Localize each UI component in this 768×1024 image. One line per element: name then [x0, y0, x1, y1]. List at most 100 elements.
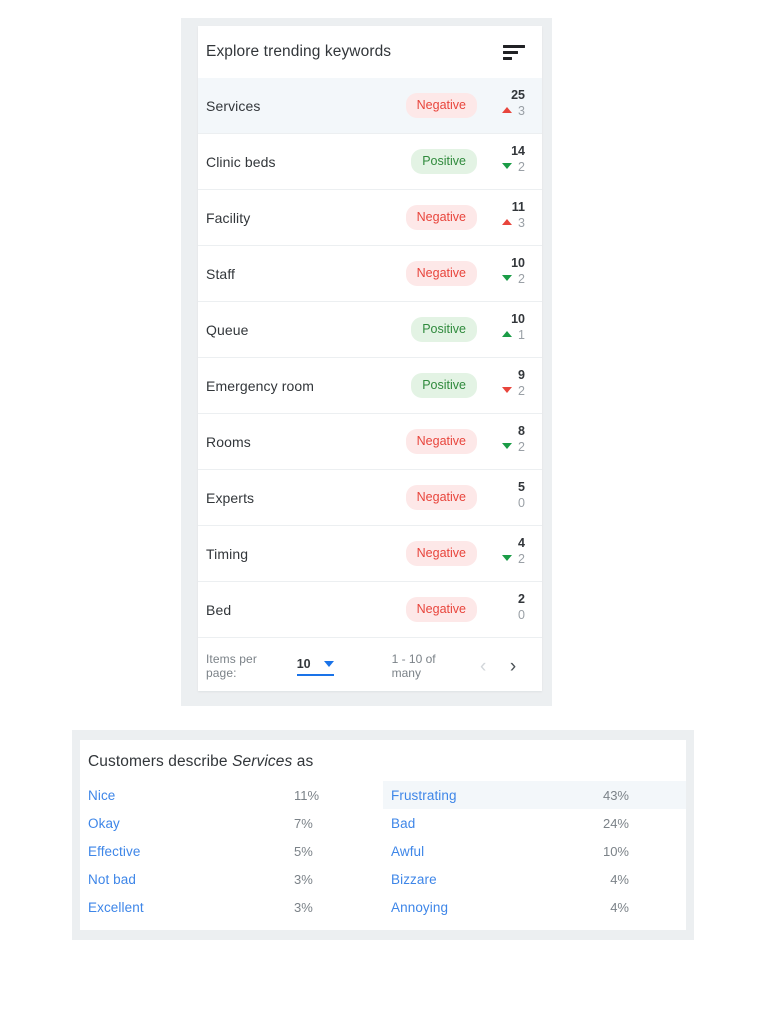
- descriptor-label[interactable]: Frustrating: [391, 788, 469, 803]
- descriptor-percent: 11%: [278, 788, 332, 803]
- mention-count: 5: [518, 480, 525, 494]
- items-per-page-label: Items per page:: [206, 652, 291, 680]
- trend-delta: 0: [518, 496, 525, 510]
- table-row[interactable]: FacilityNegative113: [198, 190, 542, 246]
- list-item[interactable]: Frustrating 43%: [383, 781, 686, 809]
- keyword-name: Bed: [206, 602, 406, 618]
- descriptor-percent: 43%: [581, 788, 635, 803]
- mention-count: 25: [511, 88, 525, 102]
- descriptor-percent: 4%: [581, 872, 635, 887]
- list-item[interactable]: Okay 7%: [80, 809, 383, 837]
- trend-delta: 2: [518, 160, 525, 174]
- keyword-name: Queue: [206, 322, 411, 338]
- descriptor-label[interactable]: Effective: [88, 844, 166, 859]
- trend-delta: 3: [518, 104, 525, 118]
- table-row[interactable]: RoomsNegative 82: [198, 414, 542, 470]
- status-badge: Negative: [406, 93, 477, 119]
- trend-delta: 2: [518, 384, 525, 398]
- sort-descending-icon[interactable]: [503, 41, 525, 64]
- positive-descriptors-column: Nice11%Okay7%Effective5%Not bad3%Excelle…: [80, 781, 383, 921]
- trend-cell: 50: [491, 478, 525, 518]
- keywords-card-header: Explore trending keywords: [198, 26, 542, 78]
- table-row[interactable]: ExpertsNegative50: [198, 470, 542, 526]
- trend-delta: 2: [518, 552, 525, 566]
- paginator: Items per page: 10 1 - 10 of many ‹ ›: [198, 638, 542, 694]
- list-item[interactable]: Bad 24%: [383, 809, 686, 837]
- trend-arrow-down-icon: [502, 387, 512, 393]
- table-row[interactable]: ServicesNegative253: [198, 78, 542, 134]
- list-item[interactable]: Annoying 4%: [383, 893, 686, 921]
- trend-cell: 253: [491, 86, 525, 126]
- keyword-name: Timing: [206, 546, 406, 562]
- list-item[interactable]: Awful 10%: [383, 837, 686, 865]
- descriptor-label[interactable]: Okay: [88, 816, 166, 831]
- chevron-down-icon: [324, 661, 334, 667]
- trend-delta: 0: [518, 608, 525, 622]
- list-item[interactable]: Bizzare 4%: [383, 865, 686, 893]
- list-item[interactable]: Nice 11%: [80, 781, 383, 809]
- page-title: Explore trending keywords: [206, 43, 391, 61]
- describe-title-prefix: Customers describe: [88, 753, 228, 770]
- sort-icon-bar-3: [503, 57, 512, 60]
- keyword-name: Experts: [206, 490, 406, 506]
- page-range-label: 1 - 10 of many: [392, 652, 469, 680]
- descriptor-label[interactable]: Excellent: [88, 900, 166, 915]
- items-per-page-value: 10: [297, 657, 311, 671]
- descriptor-label[interactable]: Bad: [391, 816, 469, 831]
- describe-columns: Nice11%Okay7%Effective5%Not bad3%Excelle…: [80, 771, 686, 921]
- trend-arrow-down-icon: [502, 555, 512, 561]
- describe-title-keyword: Services: [232, 753, 292, 770]
- trend-delta: 3: [518, 216, 525, 230]
- page-root: Explore trending keywords ServicesNegati…: [0, 0, 768, 1024]
- keyword-name: Rooms: [206, 434, 406, 450]
- descriptor-label[interactable]: Annoying: [391, 900, 469, 915]
- table-row[interactable]: TimingNegative42: [198, 526, 542, 582]
- keywords-list: ServicesNegative253Clinic bedsPositive14…: [198, 78, 542, 638]
- mention-count: 10: [511, 312, 525, 326]
- trend-delta: 2: [518, 272, 525, 286]
- chevron-left-icon: ‹: [468, 657, 498, 676]
- mention-count: 2: [518, 592, 525, 606]
- keyword-name: Emergency room: [206, 378, 411, 394]
- descriptor-label[interactable]: Nice: [88, 788, 166, 803]
- descriptor-percent: 3%: [278, 872, 332, 887]
- descriptor-label[interactable]: Awful: [391, 844, 469, 859]
- list-item[interactable]: Effective5%: [80, 837, 383, 865]
- status-badge: Negative: [406, 485, 477, 511]
- keyword-name: Services: [206, 98, 406, 114]
- trend-cell: 92: [491, 366, 525, 406]
- status-badge: Negative: [406, 261, 477, 287]
- keyword-name: Staff: [206, 266, 406, 282]
- trend-cell: 82: [491, 422, 525, 462]
- items-per-page-select[interactable]: 10: [297, 657, 334, 676]
- table-row[interactable]: Emergency roomPositive92: [198, 358, 542, 414]
- status-badge: Negative: [406, 597, 477, 623]
- descriptor-percent: 24%: [581, 816, 635, 831]
- descriptor-label[interactable]: Not bad: [88, 872, 166, 887]
- trend-arrow-up-icon: [502, 331, 512, 337]
- mention-count: 9: [518, 368, 525, 382]
- chevron-right-icon[interactable]: ›: [498, 657, 528, 676]
- table-row[interactable]: StaffNegative102: [198, 246, 542, 302]
- status-badge: Positive: [411, 317, 477, 343]
- trend-arrow-down-icon: [502, 443, 512, 449]
- descriptor-label[interactable]: Bizzare: [391, 872, 469, 887]
- trend-delta: 2: [518, 440, 525, 454]
- descriptor-percent: 4%: [581, 900, 635, 915]
- descriptor-percent: 7%: [278, 816, 332, 831]
- describe-card-title: Customers describe Services as: [80, 740, 686, 771]
- trend-arrow-down-icon: [502, 163, 512, 169]
- descriptor-percent: 10%: [581, 844, 635, 859]
- keyword-name: Facility: [206, 210, 406, 226]
- table-row[interactable]: QueuePositive101: [198, 302, 542, 358]
- table-row[interactable]: BedNegative20: [198, 582, 542, 638]
- status-badge: Negative: [406, 541, 477, 567]
- table-row[interactable]: Clinic bedsPositive142: [198, 134, 542, 190]
- list-item[interactable]: Not bad 3%: [80, 865, 383, 893]
- descriptor-percent: 3%: [278, 900, 332, 915]
- trend-cell: 20: [491, 590, 525, 630]
- status-badge: Negative: [406, 429, 477, 455]
- list-item[interactable]: Excellent 3%: [80, 893, 383, 921]
- keyword-name: Clinic beds: [206, 154, 411, 170]
- status-badge: Negative: [406, 205, 477, 231]
